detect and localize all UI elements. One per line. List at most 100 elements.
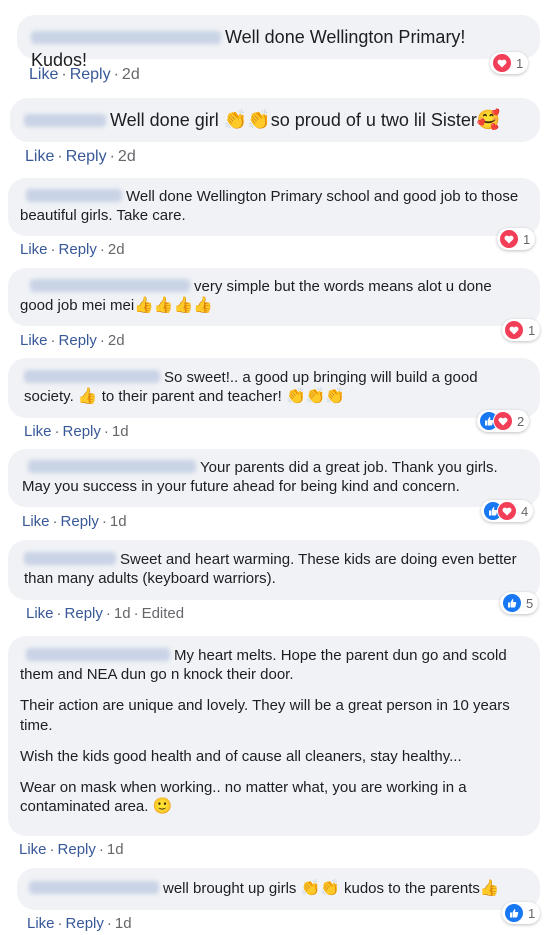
like-reaction-icon (504, 903, 524, 923)
separator: · (61, 66, 67, 83)
reply-button[interactable]: Reply (59, 241, 97, 258)
comment-bubble: Well done girl 👏👏so proud of u two lil S… (10, 98, 540, 142)
like-button[interactable]: Like (25, 148, 54, 165)
comment-actions: Like · Reply · 1d (24, 423, 129, 440)
separator: · (50, 332, 56, 349)
author-name-blurred[interactable] (26, 648, 170, 661)
thumbs-up-emoji: 👍👍👍👍 (134, 297, 213, 315)
reaction-summary[interactable]: 5 (500, 592, 539, 614)
reaction-count: 1 (523, 231, 531, 247)
reaction-summary[interactable]: 1 (497, 228, 536, 250)
like-button[interactable]: Like (20, 332, 48, 349)
separator: · (103, 423, 109, 440)
separator: · (106, 915, 112, 932)
comment-paragraph: Their action are unique and lovely. They… (20, 697, 514, 734)
comment-text: Well done girl (110, 110, 224, 130)
comment-paragraph: Wear on mask when working.. no matter wh… (20, 778, 528, 817)
reaction-summary[interactable]: 2 (477, 410, 530, 432)
thumbs-up-emoji: 👍 (479, 880, 500, 897)
separator: · (50, 241, 56, 258)
comment-actions: Like · Reply · 2d (29, 66, 140, 84)
comment-text: well brought up girls (163, 880, 301, 897)
comment-text: so proud of u two lil Sister (270, 110, 477, 130)
reply-button[interactable]: Reply (70, 66, 111, 83)
author-name-blurred[interactable] (28, 460, 196, 473)
comment-actions: Like · Reply · 2d (20, 241, 125, 258)
reaction-count: 1 (516, 55, 524, 71)
author-name-blurred[interactable] (30, 279, 190, 292)
author-name-blurred[interactable] (29, 881, 159, 894)
heart-reaction-icon (499, 229, 519, 249)
reaction-summary[interactable]: 1 (490, 52, 529, 74)
comment-bubble: very simple but the words means alot u d… (8, 268, 540, 326)
reply-button[interactable]: Reply (66, 915, 104, 932)
comment-bubble: My heart melts. Hope the parent dun go a… (8, 636, 540, 836)
separator: · (101, 513, 107, 530)
author-name-blurred[interactable] (26, 189, 122, 202)
timestamp: 1d (109, 513, 127, 530)
like-button[interactable]: Like (24, 423, 52, 440)
like-button[interactable]: Like (19, 841, 47, 858)
separator: · (105, 605, 111, 622)
like-button[interactable]: Like (29, 66, 58, 83)
comment-text: Wear on mask when working.. no matter wh… (20, 778, 471, 816)
timestamp: 1d (106, 841, 124, 858)
reply-button[interactable]: Reply (63, 423, 101, 440)
comment-actions: Like · Reply · 1d (22, 513, 127, 530)
timestamp: 1d (113, 605, 131, 622)
reaction-summary[interactable]: 1 (502, 902, 541, 924)
author-name-blurred[interactable] (24, 370, 160, 383)
reply-button[interactable]: Reply (61, 513, 99, 530)
author-name-blurred[interactable] (24, 114, 106, 127)
author-name-blurred[interactable] (24, 552, 116, 565)
separator: · (98, 841, 104, 858)
clapping-hands-emoji: 👏👏👏 (285, 388, 345, 406)
like-reaction-icon (502, 593, 522, 613)
slightly-smiling-face-emoji: 🙂 (152, 798, 173, 816)
comment-actions: Like · Reply · 2d (20, 332, 125, 349)
comment-actions: Like · Reply · 1d · Edited (26, 605, 184, 622)
timestamp: 2d (107, 241, 125, 258)
comment-paragraph: My heart melts. Hope the parent dun go a… (20, 646, 528, 684)
comment-bubble: So sweet!.. a good up bringing will buil… (8, 358, 540, 418)
comment-text: to their parent and teacher! (97, 388, 286, 406)
like-button[interactable]: Like (20, 241, 48, 258)
separator: · (54, 423, 60, 440)
separator: · (52, 513, 58, 530)
separator: · (99, 241, 105, 258)
reply-button[interactable]: Reply (59, 332, 97, 349)
like-button[interactable]: Like (27, 915, 55, 932)
reaction-summary[interactable]: 4 (481, 500, 534, 522)
comment-bubble: Sweet and heart warming. These kids are … (8, 540, 540, 600)
separator: · (113, 66, 119, 83)
heart-reaction-icon (497, 501, 517, 521)
comment-actions: Like · Reply · 1d (19, 841, 124, 858)
separator: · (133, 605, 139, 622)
reply-button[interactable]: Reply (66, 148, 107, 165)
like-button[interactable]: Like (26, 605, 54, 622)
separator: · (56, 605, 62, 622)
comment-bubble: Your parents did a great job. Thank you … (8, 449, 540, 507)
reaction-count: 1 (528, 905, 536, 921)
comment-bubble: well brought up girls 👏👏 kudos to the pa… (17, 868, 540, 910)
separator: · (49, 841, 55, 858)
timestamp: 1d (114, 915, 132, 932)
reaction-count: 5 (526, 595, 534, 611)
reaction-count: 1 (528, 322, 536, 338)
comment-actions: Like · Reply · 1d (27, 915, 132, 932)
comment-bubble: Well done Wellington Primary! Kudos! (17, 15, 540, 70)
reaction-summary[interactable]: 1 (502, 319, 541, 341)
thumbs-up-emoji: 👍 (77, 388, 98, 406)
smiling-face-with-hearts-emoji: 🥰 (476, 110, 501, 131)
reply-button[interactable]: Reply (58, 841, 96, 858)
edited-label: Edited (141, 605, 185, 622)
separator: · (109, 148, 115, 165)
author-name-blurred[interactable] (31, 31, 221, 44)
reply-button[interactable]: Reply (65, 605, 103, 622)
reaction-count: 4 (521, 503, 529, 519)
clapping-hands-emoji: 👏👏 (223, 110, 271, 131)
comment-paragraph: Wish the kids good health and of cause a… (20, 747, 462, 765)
like-button[interactable]: Like (22, 513, 50, 530)
separator: · (57, 915, 63, 932)
comment-actions: Like · Reply · 2d (25, 148, 136, 166)
